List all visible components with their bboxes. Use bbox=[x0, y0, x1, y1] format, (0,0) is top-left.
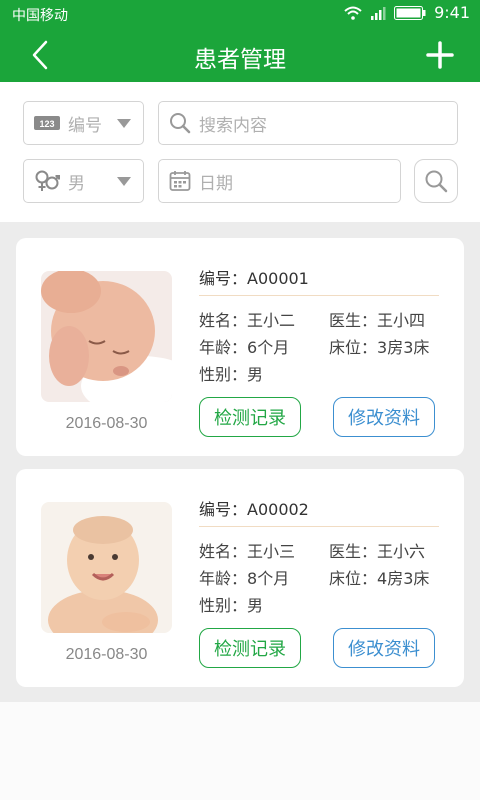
search-placeholder: 搜索内容 bbox=[199, 115, 267, 136]
dropdown-caret-icon bbox=[117, 119, 131, 128]
status-icons: 9:41 bbox=[344, 3, 470, 22]
bed-label: 床位： bbox=[329, 338, 378, 357]
divider bbox=[199, 526, 439, 527]
bed-number: 4房3床 bbox=[377, 569, 430, 588]
date-placeholder: 日期 bbox=[199, 173, 233, 194]
patient-code-row: 编号：A00002 bbox=[199, 496, 309, 520]
bed-row: 床位：4房3床 bbox=[329, 565, 429, 589]
age-row: 年龄：6个月 bbox=[199, 334, 289, 358]
bed-number: 3房3床 bbox=[377, 338, 430, 357]
patient-code: A00002 bbox=[247, 500, 309, 519]
number-icon: 123 bbox=[34, 115, 60, 131]
doctor-name: 王小四 bbox=[377, 311, 426, 330]
patient-card[interactable]: 2016-08-30 编号：A00001 姓名：王小二 医生：王小四 年龄：6个… bbox=[16, 238, 464, 456]
code-label: 编号： bbox=[199, 269, 248, 288]
battery-icon bbox=[394, 5, 426, 20]
search-input[interactable]: 搜索内容 bbox=[158, 101, 458, 145]
code-label: 编号： bbox=[199, 500, 248, 519]
doctor-row: 医生：王小六 bbox=[329, 538, 425, 562]
search-icon bbox=[169, 112, 191, 134]
nav-bar: 患者管理 bbox=[0, 28, 480, 82]
clock: 9:41 bbox=[434, 3, 470, 22]
dropdown-caret-icon bbox=[117, 177, 131, 186]
gender-label: 性别： bbox=[199, 596, 248, 615]
id-type-select[interactable]: 123 编号 bbox=[23, 101, 144, 145]
baby-photo-icon bbox=[41, 502, 172, 633]
bed-label: 床位： bbox=[329, 569, 378, 588]
status-bar: 中国移动 9:41 bbox=[0, 0, 480, 28]
patient-card[interactable]: 2016-08-30 编号：A00002 姓名：王小三 医生：王小六 年龄：8个… bbox=[16, 469, 464, 687]
search-button[interactable] bbox=[414, 159, 458, 203]
records-button[interactable]: 检测记录 bbox=[199, 628, 301, 668]
age-row: 年龄：8个月 bbox=[199, 565, 289, 589]
wifi-icon bbox=[344, 6, 362, 20]
age-label: 年龄： bbox=[199, 569, 248, 588]
bed-row: 床位：3房3床 bbox=[329, 334, 429, 358]
admission-date: 2016-08-30 bbox=[65, 415, 148, 432]
baby-photo-icon bbox=[41, 271, 172, 402]
patient-code-row: 编号：A00001 bbox=[199, 265, 309, 289]
name-label: 姓名： bbox=[199, 542, 248, 561]
patient-gender: 男 bbox=[247, 596, 264, 615]
carrier-label: 中国移动 bbox=[12, 8, 68, 24]
svg-text:123: 123 bbox=[39, 119, 54, 129]
edit-profile-button[interactable]: 修改资料 bbox=[333, 628, 435, 668]
patient-list: 2016-08-30 编号：A00001 姓名：王小二 医生：王小四 年龄：6个… bbox=[0, 222, 480, 702]
add-icon bbox=[426, 41, 454, 69]
records-button[interactable]: 检测记录 bbox=[199, 397, 301, 437]
admission-date: 2016-08-30 bbox=[65, 646, 148, 663]
gender-select[interactable]: 男 bbox=[23, 159, 144, 203]
patient-age: 8个月 bbox=[247, 569, 290, 588]
filter-panel: 123 编号 搜索内容 男 日期 bbox=[0, 82, 480, 222]
doctor-row: 医生：王小四 bbox=[329, 307, 425, 331]
patient-age: 6个月 bbox=[247, 338, 290, 357]
calendar-icon bbox=[169, 170, 191, 192]
doctor-label: 医生： bbox=[329, 311, 378, 330]
patient-name: 王小二 bbox=[247, 311, 296, 330]
age-label: 年龄： bbox=[199, 338, 248, 357]
gender-icon bbox=[34, 169, 60, 193]
name-label: 姓名： bbox=[199, 311, 248, 330]
patient-code: A00001 bbox=[247, 269, 309, 288]
gender-label: 性别： bbox=[199, 365, 248, 384]
signal-icon bbox=[371, 6, 386, 20]
edit-profile-button[interactable]: 修改资料 bbox=[333, 397, 435, 437]
empty-background bbox=[0, 702, 480, 800]
page-title: 患者管理 bbox=[194, 47, 286, 73]
date-input[interactable]: 日期 bbox=[158, 159, 401, 203]
patient-name: 王小三 bbox=[247, 542, 296, 561]
search-icon bbox=[425, 170, 448, 193]
doctor-name: 王小六 bbox=[377, 542, 426, 561]
patient-name-row: 姓名：王小二 bbox=[199, 307, 295, 331]
patient-name-row: 姓名：王小三 bbox=[199, 538, 295, 562]
gender-row: 性别：男 bbox=[199, 361, 263, 385]
add-patient-button[interactable] bbox=[422, 37, 458, 73]
id-type-value: 编号 bbox=[68, 115, 102, 136]
gender-row: 性别：男 bbox=[199, 592, 263, 616]
gender-value: 男 bbox=[68, 173, 85, 194]
divider bbox=[199, 295, 439, 296]
doctor-label: 医生： bbox=[329, 542, 378, 561]
patient-gender: 男 bbox=[247, 365, 264, 384]
